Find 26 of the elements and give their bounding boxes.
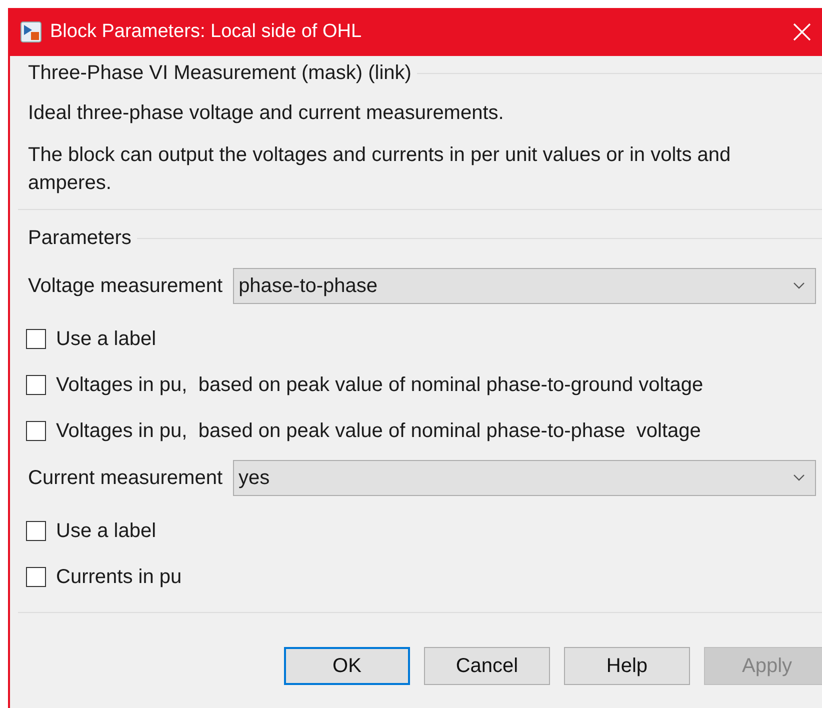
dropdown[interactable]: yes (232, 460, 816, 496)
field-label: Voltage measurement (28, 274, 223, 298)
dialog-button[interactable]: OK (284, 647, 410, 685)
window-title: Block Parameters: Local side of OHL (50, 21, 363, 43)
checkbox-label: Voltages in pu, based on peak value of nominal phase-to-phase voltage (56, 420, 701, 442)
checkbox[interactable] (26, 329, 46, 349)
checkbox[interactable] (26, 521, 46, 541)
checkbox-label: Voltages in pu, based on peak value of nominal phase-to-ground voltage (56, 374, 704, 396)
field-label: Current measurement (28, 466, 223, 490)
chevron-icon (793, 474, 805, 482)
description-text: The block can output the voltages and currents in per unit values or in volts and amperes. (28, 143, 732, 196)
checkbox-label: Currents in pu (56, 566, 182, 588)
dialog-button[interactable]: Cancel (424, 647, 550, 685)
group-title: Parameters (28, 227, 132, 250)
dialog-button[interactable]: Help (564, 647, 690, 685)
checkbox-label: Use a label (56, 520, 156, 542)
chevron-icon (793, 282, 805, 290)
checkbox[interactable] (26, 421, 46, 441)
close-icon[interactable] (792, 22, 812, 42)
checkbox[interactable] (26, 375, 46, 395)
checkbox[interactable] (26, 567, 46, 587)
group-title: Three-Phase VI Measurement (mask) (link) (28, 62, 412, 85)
block-icon (20, 21, 42, 43)
checkbox-label: Use a label (56, 328, 156, 350)
dropdown[interactable]: phase-to-phase (232, 268, 816, 304)
description-text: Ideal three-phase voltage and current measurements. (28, 101, 505, 126)
